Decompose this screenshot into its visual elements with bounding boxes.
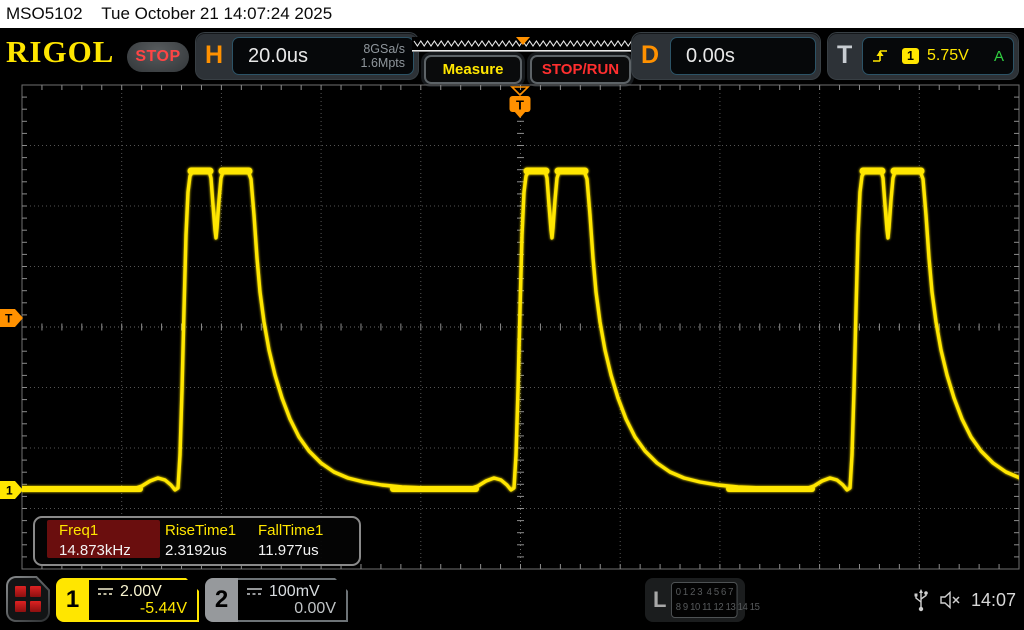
trigger-position-marker[interactable]: T <box>510 87 531 118</box>
digital-channels-pane: 0 1 2 3 4 5 6 7 8 9 10 11 12 13 14 15 <box>671 582 738 618</box>
acquisition-info: 8GSa/s 1.6Mpts <box>361 42 405 70</box>
dc-coupling-icon <box>97 587 114 597</box>
measurement-value: 2.3192us <box>165 542 227 559</box>
measure-button[interactable]: Measure <box>424 55 522 84</box>
channel-1-pane: 2.00V -5.44V <box>89 578 199 622</box>
ch1-waveform <box>22 170 1024 490</box>
channel-2-offset: 0.00V <box>294 600 336 618</box>
measurement-overlay[interactable]: Freq1 14.873kHz RiseTime1 2.3192us FallT… <box>33 516 361 566</box>
header-bar: RIGOL STOP H 20.0us 8GSa/s 1.6Mpts Measu… <box>0 28 1024 84</box>
logic-analyzer-control[interactable]: L 0 1 2 3 4 5 6 7 8 9 10 11 12 13 14 15 <box>645 578 745 622</box>
clock: 14:07 <box>971 590 1016 611</box>
measurement-name: FallTime1 <box>258 522 323 539</box>
trigger-label: T <box>837 41 852 70</box>
digital-row-2: 8 9 10 11 12 13 14 15 <box>676 602 760 613</box>
horizontal-label: H <box>205 41 223 70</box>
measurement-name: Freq1 <box>59 522 98 539</box>
channel-2-pane: 100mV 0.00V <box>238 578 348 622</box>
channel-2-control[interactable]: 2 100mV 0.00V <box>205 578 348 622</box>
timebase-value: 20.0us <box>248 45 308 68</box>
trigger-mode: A <box>994 48 1004 65</box>
measurement-name: RiseTime1 <box>165 522 236 539</box>
svg-text:T: T <box>5 312 13 326</box>
status-area: 14:07 <box>913 570 1016 630</box>
svg-text:1: 1 <box>6 484 13 498</box>
usb-icon <box>913 588 929 612</box>
trigger-level-value: 5.75V <box>927 47 969 65</box>
channel-1-scale: 2.00V <box>120 583 162 601</box>
delay-label: D <box>641 41 659 70</box>
channel-2-scale: 100mV <box>269 583 320 601</box>
run-state-badge[interactable]: STOP <box>127 42 189 72</box>
trigger-panel[interactable]: T 1 5.75V A <box>828 33 1018 79</box>
bottom-bar: 1 2.00V -5.44V 2 <box>0 570 1024 630</box>
model-name: MSO5102 <box>6 4 83 23</box>
digital-row-1: 0 1 2 3 4 5 6 7 <box>676 587 733 598</box>
trigger-source-badge: 1 <box>902 48 919 64</box>
scope-display[interactable]: T T 1 <box>0 84 1024 570</box>
menu-button[interactable] <box>6 576 50 622</box>
channel-1-control[interactable]: 1 2.00V -5.44V <box>56 578 199 622</box>
delay-value: 0.00s <box>686 45 735 68</box>
menu-grid-icon <box>8 578 48 620</box>
channel-1-tab[interactable]: 1 <box>56 578 89 622</box>
rigol-logo: RIGOL <box>6 34 114 70</box>
svg-text:T: T <box>516 98 524 113</box>
logic-analyzer-label: L <box>653 587 666 613</box>
speaker-muted-icon <box>939 590 963 610</box>
title-strip: MSO5102 Tue October 21 14:07:24 2025 <box>0 0 1024 28</box>
stop-run-button[interactable]: STOP/RUN <box>530 55 631 84</box>
channel-1-offset: -5.44V <box>140 600 187 618</box>
channel-2-tab[interactable]: 2 <box>205 578 238 622</box>
measurement-value: 14.873kHz <box>59 542 131 559</box>
trigger-level-marker[interactable]: T <box>0 309 23 327</box>
memory-band-graphic <box>412 37 634 52</box>
channel-1-offset-marker[interactable]: 1 <box>0 481 23 499</box>
delay-panel[interactable]: D 0.00s <box>632 33 820 79</box>
sample-rate: 8GSa/s <box>363 42 405 56</box>
memory-position-band[interactable] <box>412 37 634 52</box>
datetime: Tue October 21 14:07:24 2025 <box>101 4 332 23</box>
horizontal-panel[interactable]: H 20.0us 8GSa/s 1.6Mpts <box>196 33 418 79</box>
memory-depth: 1.6Mpts <box>361 56 405 70</box>
measurement-value: 11.977us <box>258 542 319 559</box>
oscilloscope-screen: MSO5102 Tue October 21 14:07:24 2025 RIG… <box>0 0 1024 630</box>
rising-edge-icon <box>873 49 888 63</box>
dc-coupling-icon <box>246 587 263 597</box>
